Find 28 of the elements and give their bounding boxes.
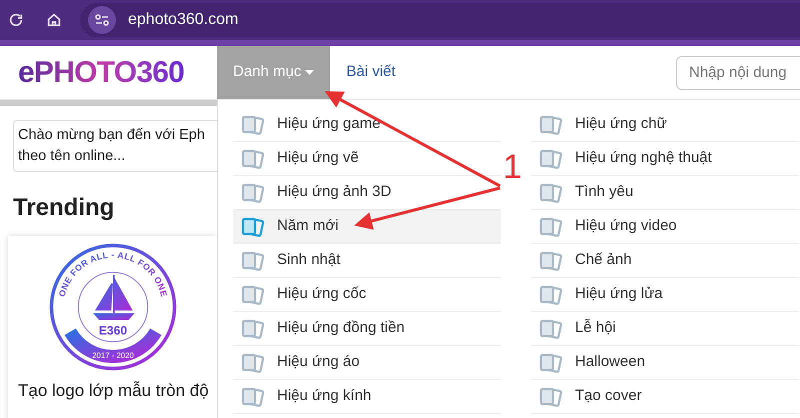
photos-icon	[241, 148, 265, 168]
photos-icon	[241, 352, 265, 372]
photos-icon	[241, 182, 265, 202]
photos-icon	[539, 216, 563, 236]
card-title[interactable]: Tạo logo lớp mẫu tròn độ	[18, 378, 209, 404]
photos-icon	[539, 114, 563, 134]
photos-icon	[539, 318, 563, 338]
reload-icon[interactable]	[8, 12, 24, 28]
photos-icon	[241, 284, 265, 304]
photos-icon	[539, 148, 563, 168]
photos-icon	[539, 352, 563, 372]
photos-icon	[539, 250, 563, 270]
site-settings-icon[interactable]	[88, 6, 116, 34]
address-bar[interactable]: ephoto360.com	[80, 3, 800, 37]
photos-icon	[539, 284, 563, 304]
search-field[interactable]: Nhập nội dung	[676, 56, 800, 90]
photos-icon	[241, 386, 265, 406]
url-text: ephoto360.com	[128, 10, 238, 30]
home-icon[interactable]	[46, 12, 62, 28]
photos-icon	[539, 182, 563, 202]
section-heading: Trending	[13, 193, 116, 223]
annotation-number: 1	[503, 150, 522, 184]
photos-icon	[241, 318, 265, 338]
photos-icon	[539, 386, 563, 406]
photos-icon	[241, 114, 265, 134]
photos-icon	[241, 250, 265, 270]
photos-icon	[241, 216, 265, 236]
menu-item[interactable]: Năm mới	[233, 210, 501, 244]
